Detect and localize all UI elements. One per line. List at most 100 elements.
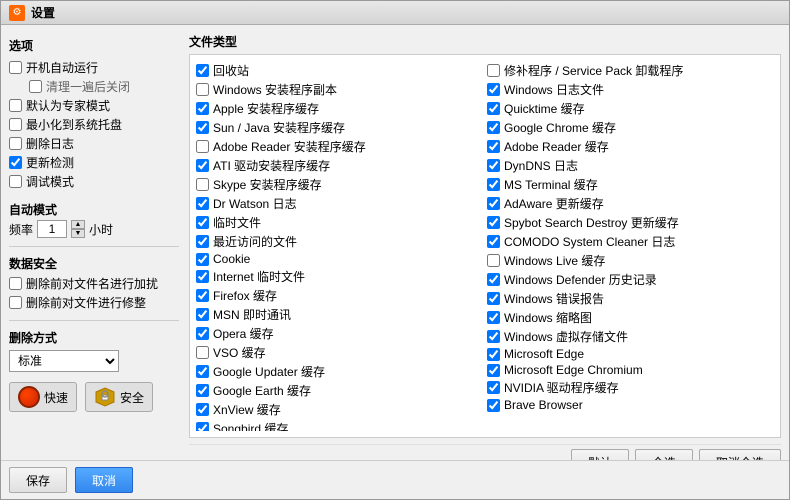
file-checkbox-col1-15[interactable] bbox=[196, 346, 209, 359]
file-item-col2-7: AdAware 更新缓存 bbox=[487, 194, 770, 213]
security-checkbox-0[interactable] bbox=[9, 277, 22, 290]
file-item-col2-12: Windows 错误报告 bbox=[487, 289, 770, 308]
freq-input[interactable] bbox=[37, 220, 67, 238]
file-item-col2-15: Microsoft Edge bbox=[487, 346, 770, 362]
option-checkbox-6[interactable] bbox=[9, 175, 22, 188]
save-button[interactable]: 保存 bbox=[9, 467, 67, 493]
file-checkbox-col2-6[interactable] bbox=[487, 178, 500, 191]
cancel-button[interactable]: 取消 bbox=[75, 467, 133, 493]
file-checkbox-col1-6[interactable] bbox=[196, 178, 209, 191]
freq-down-btn[interactable]: ▼ bbox=[71, 229, 85, 238]
file-checkbox-col2-5[interactable] bbox=[487, 159, 500, 172]
file-checkbox-col1-1[interactable] bbox=[196, 83, 209, 96]
file-item-col2-8: Spybot Search Destroy 更新缓存 bbox=[487, 213, 770, 232]
file-checkbox-col1-19[interactable] bbox=[196, 422, 209, 431]
file-checkbox-col2-14[interactable] bbox=[487, 330, 500, 343]
file-label-col2-16: Microsoft Edge Chromium bbox=[504, 363, 643, 377]
delete-method-select[interactable]: 标准 安全 极端安全 bbox=[9, 350, 119, 372]
file-checkbox-col2-13[interactable] bbox=[487, 311, 500, 324]
file-checkbox-col1-5[interactable] bbox=[196, 159, 209, 172]
file-checkbox-col1-12[interactable] bbox=[196, 289, 209, 302]
file-label-col1-15: VSO 缓存 bbox=[213, 344, 266, 361]
file-checkbox-col2-4[interactable] bbox=[487, 140, 500, 153]
file-label-col1-7: Dr Watson 日志 bbox=[213, 195, 297, 212]
file-checkbox-col2-11[interactable] bbox=[487, 273, 500, 286]
file-label-col2-11: Windows Defender 历史记录 bbox=[504, 271, 657, 288]
file-checkbox-col1-10[interactable] bbox=[196, 253, 209, 266]
file-item-col2-16: Microsoft Edge Chromium bbox=[487, 362, 770, 378]
file-checkbox-col1-13[interactable] bbox=[196, 308, 209, 321]
quick-icon bbox=[18, 386, 40, 408]
file-checkbox-col1-18[interactable] bbox=[196, 403, 209, 416]
option-label-0: 开机自动运行 bbox=[26, 59, 98, 76]
file-checkbox-col2-18[interactable] bbox=[487, 399, 500, 412]
file-item-col2-0: 修补程序 / Service Pack 卸载程序 bbox=[487, 61, 770, 80]
file-checkbox-col2-2[interactable] bbox=[487, 102, 500, 115]
default-button[interactable]: 默认 bbox=[571, 449, 629, 460]
file-label-col1-18: XnView 缓存 bbox=[213, 401, 281, 418]
file-checkbox-col2-1[interactable] bbox=[487, 83, 500, 96]
left-panel: 选项 开机自动运行清理一遍后关闭默认为专家模式最小化到系统托盘删除日志更新检测调… bbox=[9, 33, 179, 452]
file-label-col1-9: 最近访问的文件 bbox=[213, 233, 297, 250]
security-checkbox-1[interactable] bbox=[9, 296, 22, 309]
file-item-col1-5: ATI 驱动安装程序缓存 bbox=[196, 156, 479, 175]
quick-button[interactable]: 快速 bbox=[9, 382, 77, 412]
file-label-col1-6: Skype 安装程序缓存 bbox=[213, 176, 322, 193]
file-checkbox-col1-4[interactable] bbox=[196, 140, 209, 153]
file-checkbox-col2-10[interactable] bbox=[487, 254, 500, 267]
option-checkbox-0[interactable] bbox=[9, 61, 22, 74]
file-label-col1-1: Windows 安装程序副本 bbox=[213, 81, 337, 98]
file-item-col1-11: Internet 临时文件 bbox=[196, 267, 479, 286]
file-item-col2-14: Windows 虚拟存储文件 bbox=[487, 327, 770, 346]
file-checkbox-col2-9[interactable] bbox=[487, 235, 500, 248]
file-label-col1-0: 回收站 bbox=[213, 62, 249, 79]
file-checkbox-col1-11[interactable] bbox=[196, 270, 209, 283]
file-item-col2-13: Windows 缩略图 bbox=[487, 308, 770, 327]
file-checkbox-col2-8[interactable] bbox=[487, 216, 500, 229]
file-item-col1-8: 临时文件 bbox=[196, 213, 479, 232]
file-checkbox-col1-8[interactable] bbox=[196, 216, 209, 229]
file-label-col1-3: Sun / Java 安装程序缓存 bbox=[213, 119, 345, 136]
file-checkbox-col1-3[interactable] bbox=[196, 121, 209, 134]
file-checkbox-col2-16[interactable] bbox=[487, 364, 500, 377]
file-checkbox-col2-0[interactable] bbox=[487, 64, 500, 77]
file-item-col1-14: Opera 缓存 bbox=[196, 324, 479, 343]
file-label-col2-17: NVIDIA 驱动程序缓存 bbox=[504, 379, 619, 396]
option-item-5: 更新检测 bbox=[9, 153, 179, 172]
deselect-all-button[interactable]: 取消全选 bbox=[699, 449, 781, 460]
file-col-1: 回收站Windows 安装程序副本Apple 安装程序缓存Sun / Java … bbox=[196, 61, 483, 431]
file-checkbox-col1-7[interactable] bbox=[196, 197, 209, 210]
file-checkbox-col2-7[interactable] bbox=[487, 197, 500, 210]
option-item-1: 清理一遍后关闭 bbox=[29, 77, 179, 96]
file-checkbox-col2-15[interactable] bbox=[487, 348, 500, 361]
file-item-col2-1: Windows 日志文件 bbox=[487, 80, 770, 99]
file-item-col2-11: Windows Defender 历史记录 bbox=[487, 270, 770, 289]
file-item-col1-7: Dr Watson 日志 bbox=[196, 194, 479, 213]
safe-button[interactable]: 安全 bbox=[85, 382, 153, 412]
file-checkbox-col2-17[interactable] bbox=[487, 381, 500, 394]
freq-unit: 小时 bbox=[89, 221, 113, 238]
file-label-col2-4: Adobe Reader 缓存 bbox=[504, 138, 609, 155]
main-content: 选项 开机自动运行清理一遍后关闭默认为专家模式最小化到系统托盘删除日志更新检测调… bbox=[1, 25, 789, 460]
option-checkbox-3[interactable] bbox=[9, 118, 22, 131]
file-checkbox-col2-12[interactable] bbox=[487, 292, 500, 305]
file-label-col2-7: AdAware 更新缓存 bbox=[504, 195, 604, 212]
file-label-col2-6: MS Terminal 缓存 bbox=[504, 176, 598, 193]
file-checkbox-col1-9[interactable] bbox=[196, 235, 209, 248]
file-checkbox-col1-17[interactable] bbox=[196, 384, 209, 397]
option-checkbox-2[interactable] bbox=[9, 99, 22, 112]
select-all-button[interactable]: 全选 bbox=[635, 449, 693, 460]
option-item-6: 调试模式 bbox=[9, 172, 179, 191]
file-checkbox-col1-0[interactable] bbox=[196, 64, 209, 77]
option-checkbox-5[interactable] bbox=[9, 156, 22, 169]
option-checkbox-1[interactable] bbox=[29, 80, 42, 93]
freq-up-btn[interactable]: ▲ bbox=[71, 220, 85, 229]
file-checkbox-col1-14[interactable] bbox=[196, 327, 209, 340]
settings-window: ⚙ 设置 选项 开机自动运行清理一遍后关闭默认为专家模式最小化到系统托盘删除日志… bbox=[0, 0, 790, 500]
option-checkbox-4[interactable] bbox=[9, 137, 22, 150]
file-item-col1-16: Google Updater 缓存 bbox=[196, 362, 479, 381]
file-checkbox-col1-2[interactable] bbox=[196, 102, 209, 115]
file-checkbox-col1-16[interactable] bbox=[196, 365, 209, 378]
option-label-4: 删除日志 bbox=[26, 135, 74, 152]
file-checkbox-col2-3[interactable] bbox=[487, 121, 500, 134]
